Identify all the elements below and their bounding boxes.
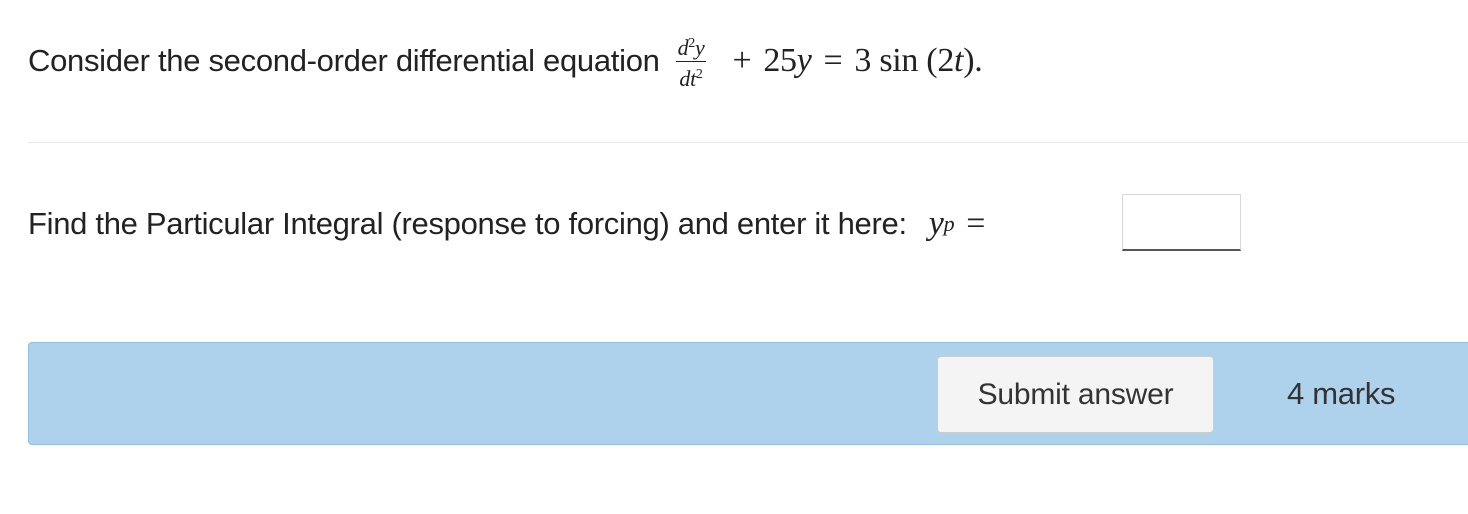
answer-variable-subscript: p (943, 211, 955, 236)
question-statement: Consider the second-order differential e… (28, 26, 983, 96)
differential-equation: d2y dt2 + 25 y = 3 sin (2 t). (675, 33, 983, 91)
rhs-argument-close: ). (963, 42, 983, 79)
term-variable: y (796, 42, 812, 79)
question-part: Find the Particular Integral (response t… (28, 196, 997, 252)
plus-sign: + (732, 42, 752, 79)
answer-variable: y (928, 205, 944, 242)
rhs-argument-open: (2 (926, 42, 955, 79)
fraction-denominator: dt2 (679, 65, 703, 91)
rhs-function: sin (879, 42, 919, 79)
answer-label-math: yp = (929, 205, 997, 243)
part-prompt-text: Find the Particular Integral (response t… (28, 206, 907, 241)
particular-integral-input[interactable] (1122, 194, 1241, 251)
second-derivative-fraction: d2y dt2 (675, 33, 707, 91)
fraction-bar (675, 60, 707, 62)
section-divider (28, 142, 1468, 143)
submit-answer-button[interactable]: Submit answer (937, 356, 1214, 433)
question-intro-text: Consider the second-order differential e… (28, 43, 660, 78)
rhs-argument-variable: t (954, 42, 964, 79)
marks-label: 4 marks (1287, 376, 1396, 411)
term-coefficient: 25 (763, 42, 797, 79)
answer-equals-sign: = (966, 205, 986, 242)
rhs-coefficient: 3 (854, 42, 872, 79)
submit-action-bar: Submit answer 4 marks (28, 342, 1468, 445)
equals-sign: = (823, 42, 843, 79)
fraction-numerator: d2y (677, 34, 705, 60)
